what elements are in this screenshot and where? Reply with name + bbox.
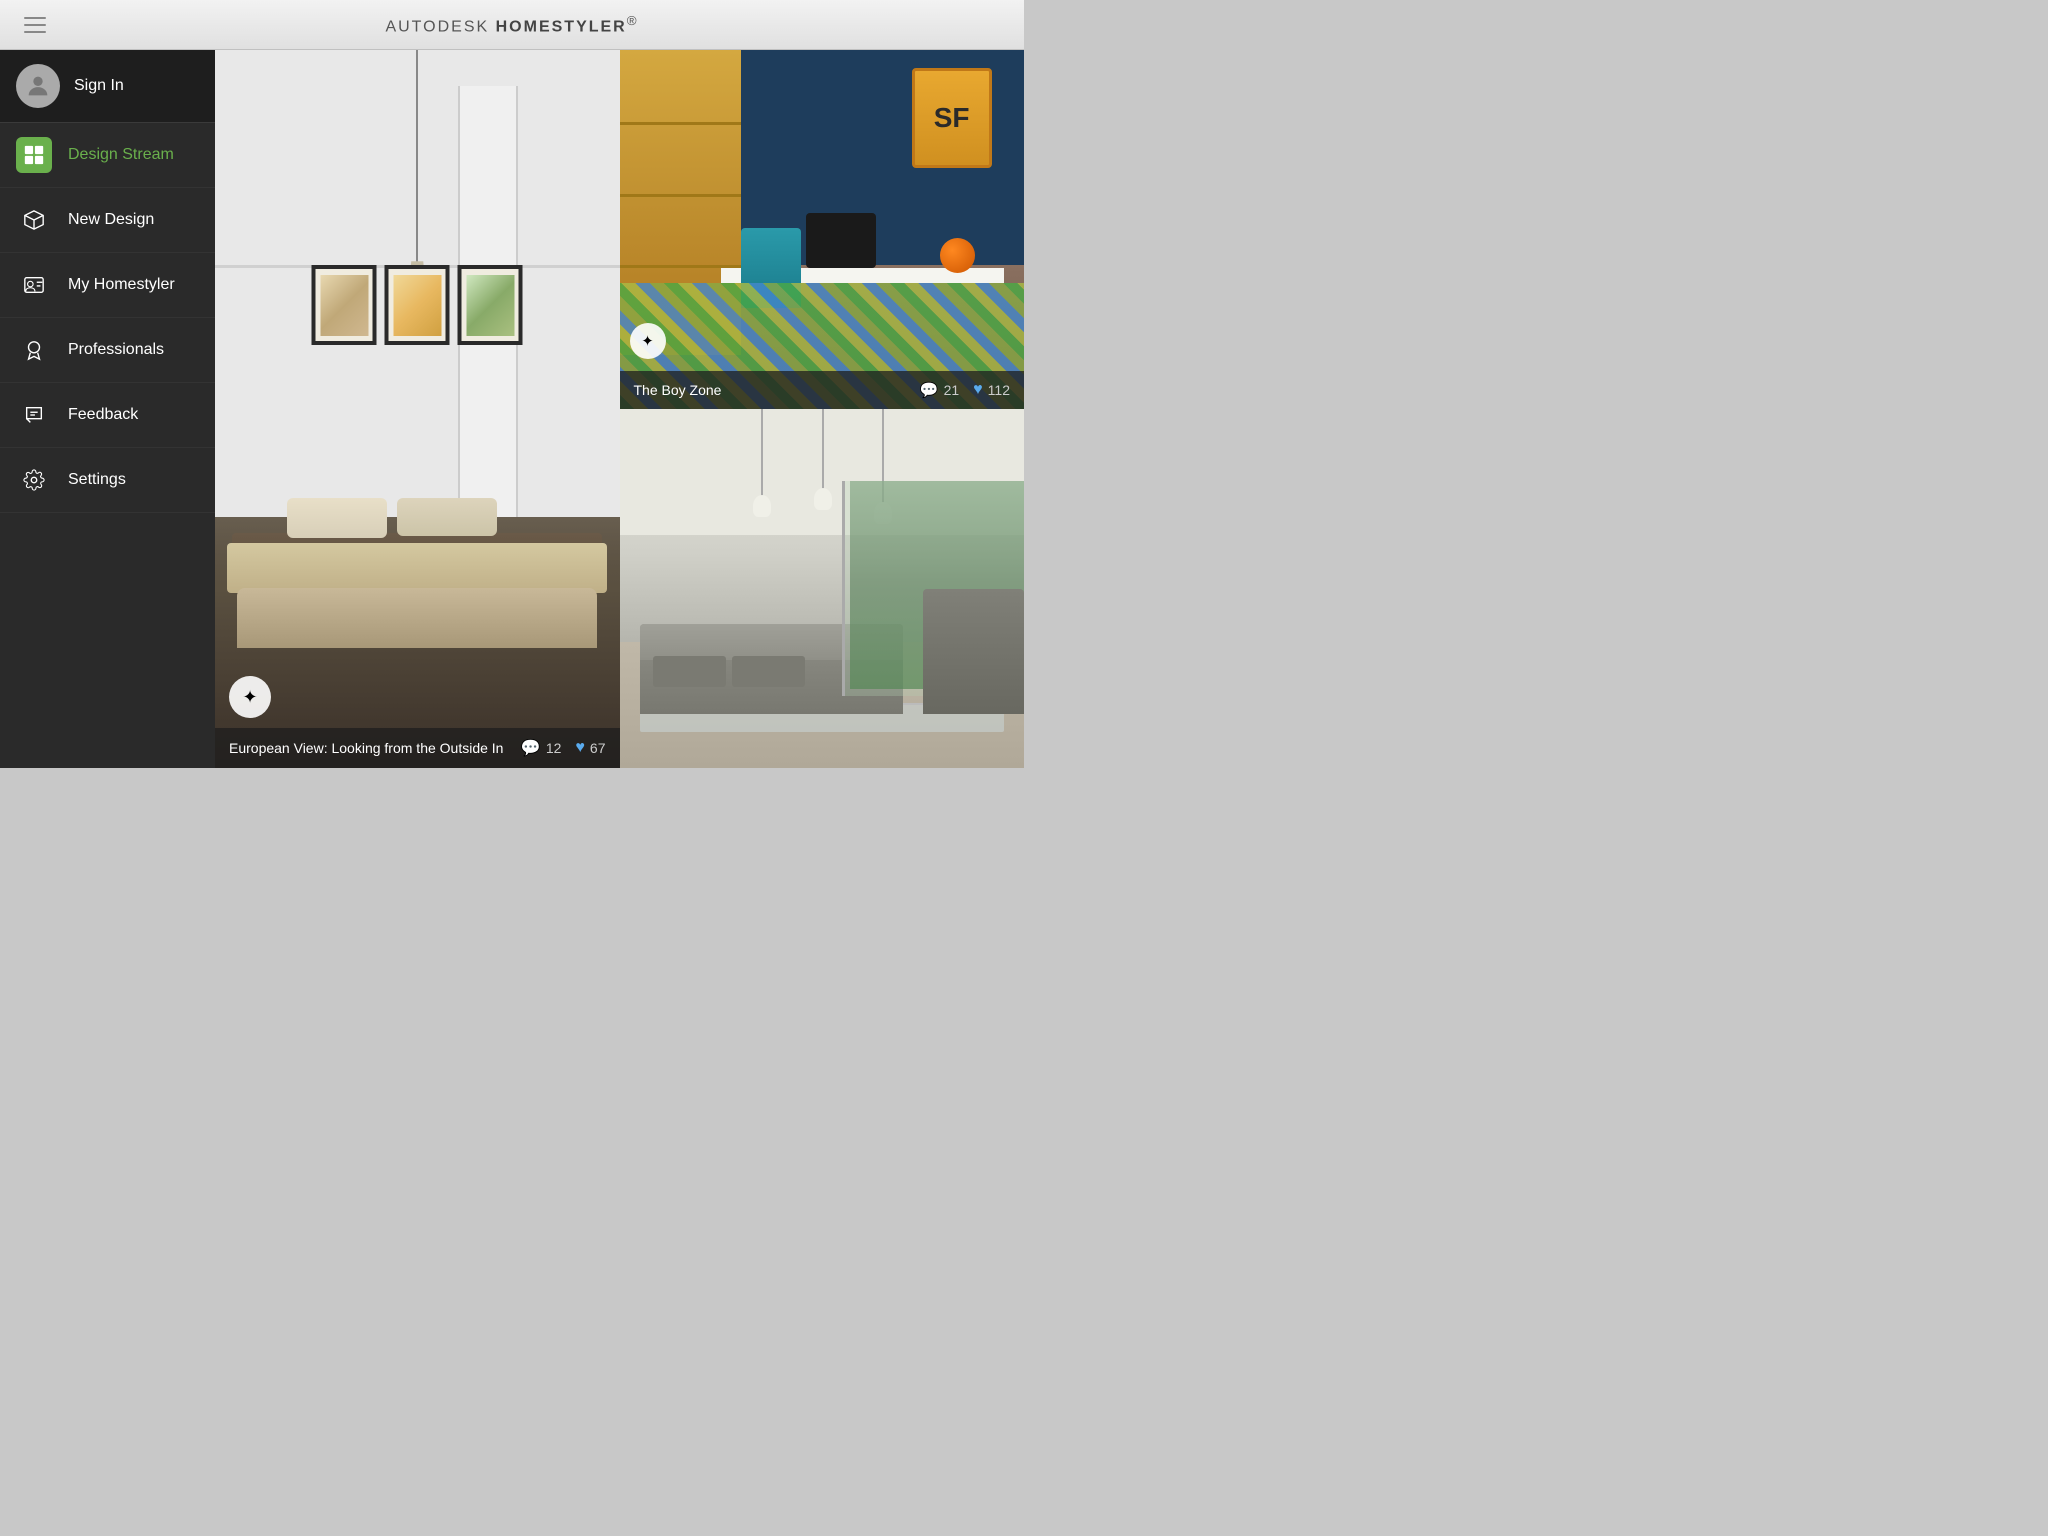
wand-badge-main: ✦ — [229, 676, 271, 718]
boy-zone-title: The Boy Zone — [634, 382, 722, 398]
main-card-title: European View: Looking from the Outside … — [229, 740, 503, 756]
feedback-icon — [16, 397, 52, 433]
sidebar: Sign In Design Stream — [0, 50, 215, 768]
lr-pendant-1 — [761, 409, 763, 517]
gear-icon — [23, 469, 45, 491]
boy-zone-like-count: 112 — [988, 382, 1010, 398]
app-title: AUTODESK HOMESTYLER® — [385, 13, 638, 36]
menu-button[interactable] — [16, 9, 54, 41]
signin-label: Sign In — [74, 77, 124, 95]
my-homestyler-icon — [16, 267, 52, 303]
main-area: Sign In Design Stream — [0, 50, 1024, 768]
boy-zone-comment-count: 21 — [944, 382, 960, 398]
main-comment-count: 12 — [546, 740, 562, 756]
bed-mattress — [227, 543, 607, 593]
boyzone-background: SF — [620, 50, 1025, 409]
art-frames — [312, 265, 523, 345]
title-main: HOMESTYLER — [489, 18, 627, 35]
new-design-icon — [16, 202, 52, 238]
signin-button[interactable]: Sign In — [0, 50, 215, 123]
heart-icon-bz: ♥ — [973, 381, 983, 399]
sidebar-item-professionals[interactable]: Professionals — [0, 318, 215, 383]
bed — [227, 468, 607, 648]
livingroom-background — [620, 409, 1025, 768]
title-prefix: AUTODESK — [385, 18, 489, 35]
monitor — [806, 213, 876, 268]
new-design-label: New Design — [68, 211, 154, 229]
pendant-lamp — [416, 50, 418, 301]
sidebar-item-design-stream[interactable]: Design Stream — [0, 123, 215, 188]
avatar — [16, 64, 60, 108]
settings-icon — [16, 462, 52, 498]
bedroom-background — [215, 50, 620, 768]
basketball — [940, 238, 975, 273]
design-stream-label: Design Stream — [68, 146, 174, 164]
frame-2 — [385, 265, 450, 345]
sidebar-item-settings[interactable]: Settings — [0, 448, 215, 513]
frame-1 — [312, 265, 377, 345]
main-design-card[interactable]: ✦ European View: Looking from the Outsid… — [215, 50, 620, 768]
boy-zone-stats: 💬 21 ♥ 112 — [920, 381, 1010, 399]
boy-zone-like-stat: ♥ 112 — [973, 381, 1010, 399]
sidebar-item-new-design[interactable]: New Design — [0, 188, 215, 253]
professionals-icon — [16, 332, 52, 368]
sidebar-item-feedback[interactable]: Feedback — [0, 383, 215, 448]
main-like-stat: ♥ 67 — [575, 739, 605, 757]
main-card-image — [215, 50, 620, 768]
award-icon — [23, 339, 45, 361]
main-like-count: 67 — [590, 740, 606, 756]
main-comment-stat: 💬 12 — [521, 738, 562, 758]
title-suffix: ® — [627, 13, 639, 28]
content-grid: ✦ European View: Looking from the Outsid… — [215, 50, 1024, 768]
living-room-card[interactable] — [620, 409, 1025, 768]
boy-zone-image: SF — [620, 50, 1025, 409]
main-card-stats: 💬 12 ♥ 67 — [521, 738, 606, 758]
boy-zone-comment-stat: 💬 21 — [920, 381, 959, 399]
person-card-icon — [23, 274, 45, 296]
bed-pillow-2 — [397, 498, 497, 536]
sidebar-item-my-homestyler[interactable]: My Homestyler — [0, 253, 215, 318]
user-icon — [24, 72, 52, 100]
wand-badge-boyzone: ✦ — [630, 323, 666, 359]
main-card-footer: European View: Looking from the Outside … — [215, 728, 620, 768]
sf-logo: SF — [912, 68, 992, 168]
frame-3 — [458, 265, 523, 345]
heart-icon: ♥ — [575, 739, 585, 757]
my-homestyler-label: My Homestyler — [68, 276, 175, 294]
bed-pillow-1 — [287, 498, 387, 538]
box-icon — [23, 209, 45, 231]
design-stream-icon — [16, 137, 52, 173]
grid-icon — [23, 144, 45, 166]
bed-base — [237, 588, 597, 648]
settings-label: Settings — [68, 471, 126, 489]
living-room-image — [620, 409, 1025, 768]
comment-icon-bz: 💬 — [920, 381, 939, 399]
boy-zone-footer: The Boy Zone 💬 21 ♥ 112 — [620, 371, 1025, 409]
feedback-label: Feedback — [68, 406, 138, 424]
boy-zone-card[interactable]: SF ✦ The Boy Zone 💬 2 — [620, 50, 1025, 409]
comment-icon: 💬 — [521, 738, 541, 758]
professionals-label: Professionals — [68, 341, 164, 359]
feedback-svg-icon — [23, 404, 45, 426]
lr-pendant-2 — [822, 409, 824, 510]
app-header: AUTODESK HOMESTYLER® — [0, 0, 1024, 50]
